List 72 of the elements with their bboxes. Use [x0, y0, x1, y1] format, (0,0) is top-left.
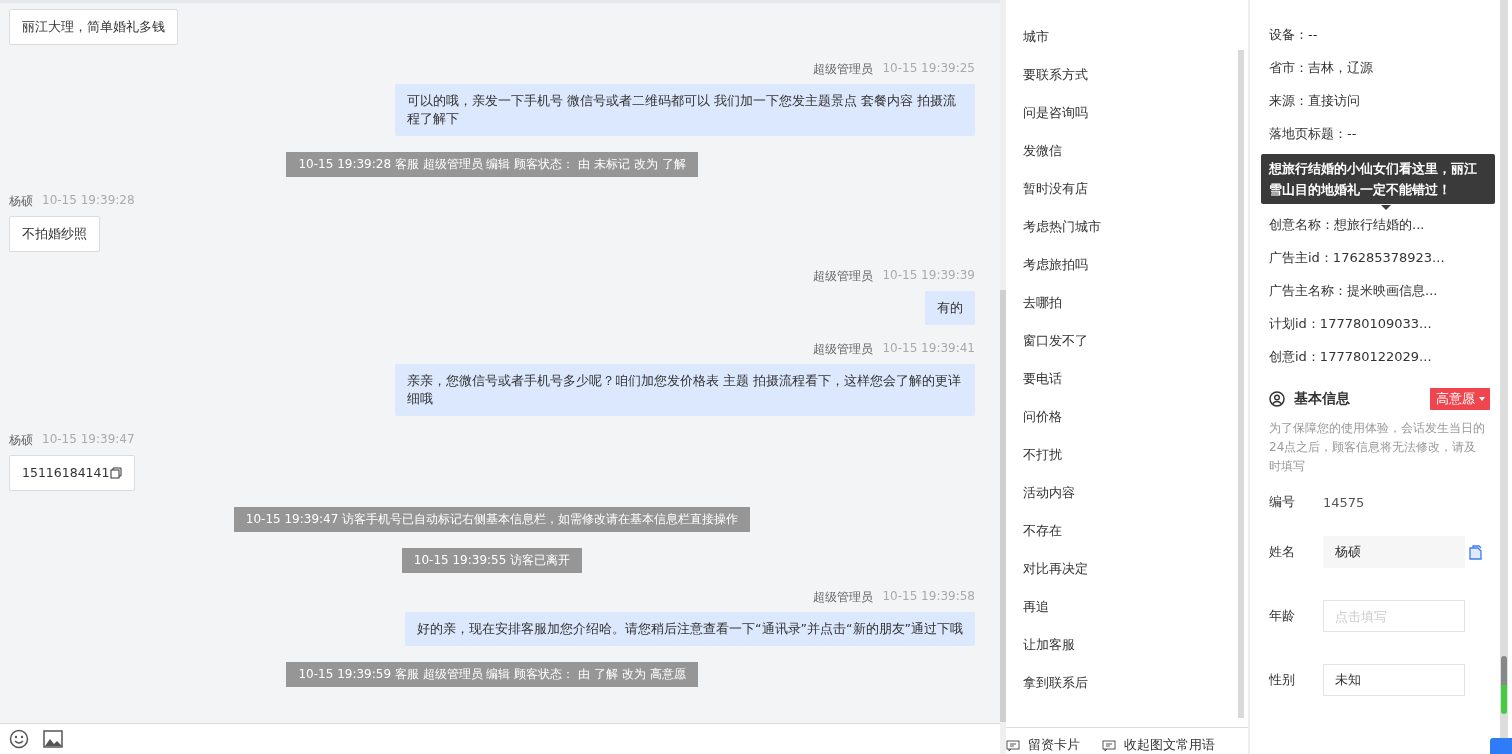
caret-icon	[1478, 396, 1486, 402]
quick-action-button[interactable]: 留资卡片	[1006, 737, 1080, 754]
quick-reply-item[interactable]: 问价格	[1023, 408, 1248, 446]
system-notice: 10-15 19:39:47 访客手机号已自动标记右侧基本信息栏，如需修改请在基本信息栏直接操作	[233, 507, 751, 532]
message-time: 10-15 19:39:41	[882, 341, 975, 357]
quick-reply-item[interactable]: 不存在	[1023, 522, 1248, 560]
source-info-row-text: 设备：--	[1269, 26, 1319, 44]
status-dropdown[interactable]: 高意愿	[1430, 388, 1490, 410]
quick-reply-item[interactable]: 拿到联系后	[1023, 674, 1248, 712]
source-info-row-text: 创意名称：想旅行结婚的...	[1269, 216, 1426, 234]
visitor-message: 不拍婚纱照	[9, 216, 100, 252]
message-time: 10-15 19:39:39	[882, 268, 975, 284]
sender-name: 超级管理员	[813, 589, 874, 606]
sender-name: 超级管理员	[813, 341, 874, 358]
message-icon	[1102, 739, 1116, 752]
agent-message: 亲亲，您微信号或者手机号多少呢？咱们加您发价格表 主题 拍摄流程看下，这样您会了解的更详细哦	[395, 364, 975, 416]
image-icon[interactable]	[43, 730, 63, 748]
field-label: 姓名	[1269, 543, 1296, 561]
quick-reply-item[interactable]: 窗口发不了	[1023, 332, 1248, 370]
quick-reply-item[interactable]: 城市	[1023, 28, 1248, 66]
source-info-row-text: 广告主id：176285378923...	[1269, 249, 1446, 267]
message-time: 10-15 19:39:28	[42, 193, 135, 209]
scrollbar-thumb[interactable]	[1000, 290, 1006, 722]
source-info-row-text: 创意id：177780122029...	[1269, 348, 1433, 366]
quick-reply-item[interactable]: 暂时没有店	[1023, 180, 1248, 218]
agent-message: 好的亲，现在安排客服加您介绍哈。请您稍后注意查看一下“通讯录”并点击“新的朋友”通过下哦	[405, 612, 975, 646]
message-time: 10-15 19:39:58	[882, 589, 975, 605]
name-field[interactable]: 杨硕	[1323, 536, 1465, 568]
agent-message: 有的	[925, 291, 975, 325]
info-note: 为了保障您的使用体验，会话发生当日的24点之后，顾客信息将无法修改，请及时填写	[1269, 420, 1486, 475]
sender-name: 杨硕	[9, 193, 33, 210]
tooltip: 想旅行结婚的小仙女们看这里，丽江雪山目的地婚礼一定不能错过！	[1261, 154, 1495, 204]
message-time: 10-15 19:39:25	[882, 61, 975, 77]
copy-icon[interactable]	[110, 467, 123, 479]
input-field[interactable]: 未知	[1323, 664, 1465, 696]
source-info-row-text: 计划id：177780109033...	[1269, 315, 1433, 333]
quick-action-button[interactable]: 收起图文常用语	[1102, 737, 1215, 754]
system-notice: 10-15 19:39:55 访客已离开	[401, 548, 583, 573]
copy-icon[interactable]	[1469, 544, 1482, 560]
quick-reply-item[interactable]: 不打扰	[1023, 446, 1248, 484]
message-time: 10-15 19:39:47	[42, 432, 135, 448]
sender-name: 杨硕	[9, 432, 33, 449]
quick-reply-item[interactable]: 去哪拍	[1023, 294, 1248, 332]
quick-reply-item[interactable]: 让加客服	[1023, 636, 1248, 674]
quick-reply-item[interactable]: 考虑热门城市	[1023, 218, 1248, 256]
field-label: 性别	[1269, 671, 1296, 689]
field-value: 14575	[1323, 494, 1365, 510]
source-info-row-text: 落地页标题：--	[1269, 125, 1358, 143]
quick-reply-item[interactable]: 要联系方式	[1023, 66, 1248, 104]
source-info-row-text: 来源：直接访问	[1269, 92, 1361, 110]
quick-reply-item[interactable]: 考虑旅拍吗	[1023, 256, 1248, 294]
emoji-icon[interactable]	[9, 729, 29, 749]
quick-reply-item[interactable]: 要电话	[1023, 370, 1248, 408]
field-label: 年龄	[1269, 607, 1296, 625]
quick-reply-item[interactable]: 活动内容	[1023, 484, 1248, 522]
sender-name: 超级管理员	[813, 61, 874, 78]
quick-reply-item[interactable]: 问是咨询吗	[1023, 104, 1248, 142]
source-info-row-text: 省市：吉林，辽源	[1269, 59, 1374, 77]
source-info-row-text: 广告主名称：提米映画信息...	[1269, 282, 1439, 300]
quick-reply-item[interactable]: 再追	[1023, 598, 1248, 636]
agent-message: 可以的哦，亲发一下手机号 微信号或者二维码都可以 我们加一下您发主题景点 套餐内容 拍摄流程了解下	[395, 84, 975, 136]
system-notice: 10-15 19:39:59 客服 超级管理员 编辑 顾客状态： 由 了解 改为 高意愿	[286, 662, 698, 687]
section-title: 基本信息	[1294, 390, 1351, 408]
user-icon	[1269, 391, 1285, 407]
system-notice: 10-15 19:39:28 客服 超级管理员 编辑 顾客状态： 由 未标记 改为 了解	[286, 152, 698, 177]
quick-reply-item[interactable]: 发微信	[1023, 142, 1248, 180]
visitor-message: 丽江大理，简单婚礼多钱	[9, 9, 178, 45]
message-icon	[1006, 739, 1020, 752]
visitor-message: 15116184141	[9, 455, 136, 491]
field-label: 编号	[1269, 493, 1296, 511]
quick-reply-item[interactable]: 对比再决定	[1023, 560, 1248, 598]
sender-name: 超级管理员	[813, 268, 874, 285]
